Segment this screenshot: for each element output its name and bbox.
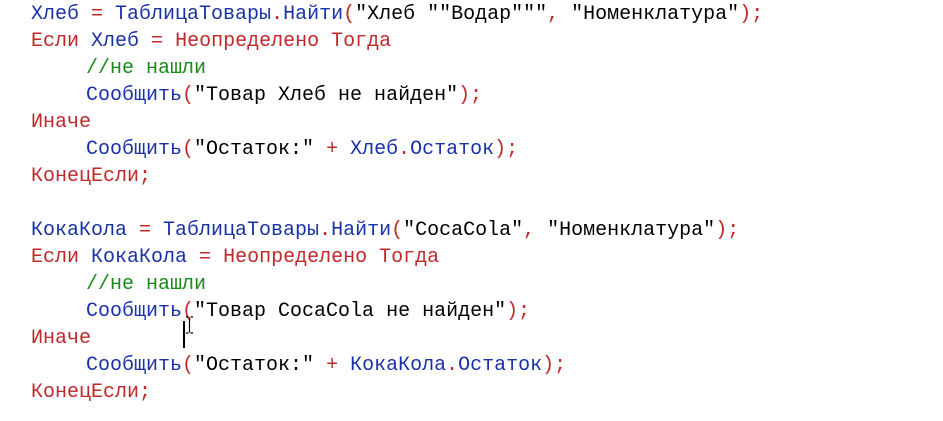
code-token-keyword: КонецЕсли (31, 381, 140, 404)
code-token-string: "CocaCola" (403, 219, 524, 242)
code-token-comment: //не нашли (86, 273, 207, 296)
code-token-keyword: Иначе (31, 111, 92, 134)
code-token-operator: . (319, 219, 332, 242)
code-line[interactable]: Сообщить("Остаток:" + КокаКола.Остаток); (31, 352, 763, 379)
code-token-operator: + (314, 138, 351, 161)
code-token-identifier: ТаблицаТовары (163, 219, 320, 242)
code-token-operator: ); (494, 138, 519, 161)
code-line[interactable]: Хлеб = ТаблицаТовары.Найти("Хлеб ""Водар… (31, 1, 763, 28)
code-token-identifier: Найти (331, 219, 392, 242)
code-token-identifier: КокаКола (31, 219, 128, 242)
code-token-operator: . (271, 3, 284, 26)
code-line[interactable]: Иначе (31, 325, 763, 352)
code-token-operator: ); (739, 3, 764, 26)
code-line[interactable]: Если Хлеб = Неопределено Тогда (31, 28, 763, 55)
code-token-keyword: Если (31, 246, 80, 269)
code-line[interactable]: КонецЕсли; (31, 379, 763, 406)
code-token-string: "Номенклатура" (547, 219, 716, 242)
code-token-operator: , (523, 219, 548, 242)
code-line[interactable] (31, 190, 763, 217)
code-token-string: "Остаток:" (194, 138, 315, 161)
code-token-keyword: Тогда (379, 246, 440, 269)
code-line[interactable]: Сообщить("Остаток:" + Хлеб.Остаток); (31, 136, 763, 163)
code-token-keyword: КонецЕсли (31, 165, 140, 188)
code-token-operator: ; (139, 165, 152, 188)
code-token-string: "Номенклатура" (571, 3, 740, 26)
code-token-identifier: КокаКола (350, 354, 447, 377)
code-token-identifier: КокаКола (91, 246, 188, 269)
code-line[interactable]: //не нашли (31, 55, 763, 82)
code-token-operator: ( (182, 84, 195, 107)
code-token-operator: ); (506, 300, 531, 323)
code-line[interactable]: Сообщить("Товар Хлеб не найден"); (31, 82, 763, 109)
code-line[interactable]: Сообщить("Товар CocaCola не найден"); (31, 298, 763, 325)
code-token-operator: . (446, 354, 459, 377)
code-token-operator: ( (182, 354, 195, 377)
code-token-operator: . (398, 138, 411, 161)
code-token-identifier: Остаток (410, 138, 495, 161)
code-token-operator: ); (542, 354, 567, 377)
code-token-identifier: Хлеб (350, 138, 399, 161)
code-token-keyword: Если (31, 30, 80, 53)
code-token-operator: ( (182, 138, 195, 161)
code-line[interactable]: КонецЕсли; (31, 163, 763, 190)
code-token-string: "Остаток:" (194, 354, 315, 377)
code-token-keyword: Неопределено (175, 30, 320, 53)
code-token-operator: , (547, 3, 572, 26)
code-token-identifier: Сообщить (86, 354, 183, 377)
code-token-identifier: Остаток (458, 354, 543, 377)
code-token-keyword: Иначе (31, 327, 92, 350)
code-token-operator: = (79, 3, 116, 26)
code-line[interactable]: //не нашли (31, 271, 763, 298)
code-token-operator: = (187, 246, 224, 269)
code-token-identifier: Сообщить (86, 138, 183, 161)
code-token-operator: ( (343, 3, 356, 26)
code-text-area[interactable]: Хлеб = ТаблицаТовары.Найти("Хлеб ""Водар… (31, 1, 763, 406)
code-line[interactable]: Если КокаКола = Неопределено Тогда (31, 244, 763, 271)
code-token-operator: ); (458, 84, 483, 107)
code-token-operator: ; (139, 381, 152, 404)
ibeam-cursor-icon (186, 316, 193, 334)
code-token-comment: //не нашли (86, 57, 207, 80)
code-line[interactable]: Иначе (31, 109, 763, 136)
code-token-operator: = (139, 30, 176, 53)
code-token-identifier: Хлеб (91, 30, 140, 53)
code-token-string: "Товар Хлеб не найден" (194, 84, 459, 107)
code-token-string: "Товар CocaCola не найден" (194, 300, 507, 323)
code-token-operator: ( (391, 219, 404, 242)
code-editor[interactable]: Хлеб = ТаблицаТовары.Найти("Хлеб ""Водар… (0, 0, 943, 421)
code-token-identifier: Сообщить (86, 300, 183, 323)
code-token-identifier: Хлеб (31, 3, 80, 26)
code-token-keyword: Неопределено (223, 246, 368, 269)
code-token-operator: ); (715, 219, 740, 242)
code-token-keyword: Тогда (331, 30, 392, 53)
code-token-identifier: Найти (283, 3, 344, 26)
code-line[interactable]: КокаКола = ТаблицаТовары.Найти("CocaCola… (31, 217, 763, 244)
code-token-operator: + (314, 354, 351, 377)
code-token-operator: = (127, 219, 164, 242)
code-token-identifier: ТаблицаТовары (115, 3, 272, 26)
code-token-string: "Хлеб ""Водар""" (355, 3, 548, 26)
code-token-identifier: Сообщить (86, 84, 183, 107)
